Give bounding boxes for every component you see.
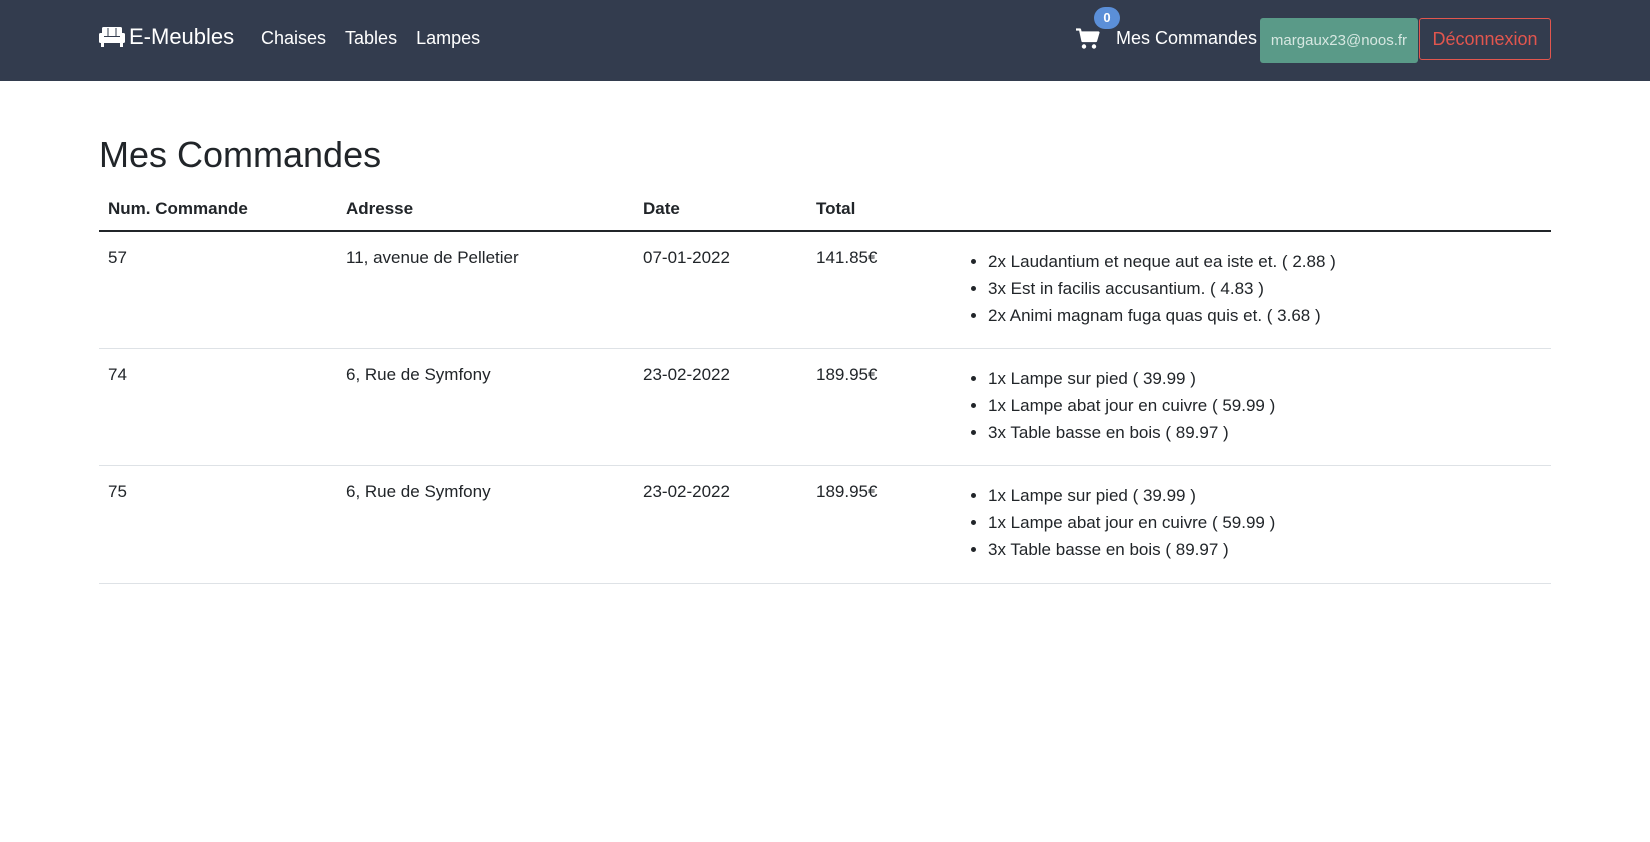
table-row: 57 11, avenue de Pelletier 07-01-2022 14… <box>99 231 1551 349</box>
list-item: 3x Est in facilis accusantium. ( 4.83 ) <box>988 275 1542 302</box>
orders-table: Num. Commande Adresse Date Total 57 11, … <box>99 190 1551 584</box>
logout-button[interactable]: Déconnexion <box>1419 18 1551 60</box>
list-item: 1x Lampe sur pied ( 39.99 ) <box>988 482 1542 509</box>
header-total: Total <box>807 190 939 232</box>
list-item: 3x Table basse en bois ( 89.97 ) <box>988 419 1542 446</box>
cell-date: 23-02-2022 <box>634 465 807 584</box>
cart-count-badge: 0 <box>1094 7 1120 29</box>
shopping-cart-icon <box>1076 28 1100 49</box>
nav-links: Chaises Tables Lampes <box>261 28 499 49</box>
cell-address: 11, avenue de Pelletier <box>337 231 634 349</box>
header-date: Date <box>634 190 807 232</box>
cell-items: 2x Laudantium et neque aut ea iste et. (… <box>939 231 1551 349</box>
page-title: Mes Commandes <box>99 134 382 175</box>
header-items <box>939 190 1551 232</box>
user-email-button[interactable]: margaux23@noos.fr <box>1260 18 1418 63</box>
order-items-list: 2x Laudantium et neque aut ea iste et. (… <box>948 248 1542 329</box>
list-item: 2x Animi magnam fuga quas quis et. ( 3.6… <box>988 302 1542 329</box>
list-item: 1x Lampe abat jour en cuivre ( 59.99 ) <box>988 509 1542 536</box>
cell-date: 23-02-2022 <box>634 348 807 466</box>
list-item: 1x Lampe abat jour en cuivre ( 59.99 ) <box>988 392 1542 419</box>
table-body: 57 11, avenue de Pelletier 07-01-2022 14… <box>99 231 1551 584</box>
table-header-row: Num. Commande Adresse Date Total <box>99 190 1551 232</box>
couch-icon <box>99 27 125 47</box>
table-header: Num. Commande Adresse Date Total <box>99 190 1551 232</box>
cell-date: 07-01-2022 <box>634 231 807 349</box>
cell-address: 6, Rue de Symfony <box>337 465 634 584</box>
nav-link-tables[interactable]: Tables <box>345 28 397 49</box>
list-item: 3x Table basse en bois ( 89.97 ) <box>988 536 1542 563</box>
nav-link-lampes[interactable]: Lampes <box>416 28 480 49</box>
brand-link[interactable]: E-Meubles <box>99 24 234 50</box>
table-row: 74 6, Rue de Symfony 23-02-2022 189.95€ … <box>99 348 1551 466</box>
cell-total: 189.95€ <box>807 465 939 584</box>
list-item: 2x Laudantium et neque aut ea iste et. (… <box>988 248 1542 275</box>
list-item: 1x Lampe sur pied ( 39.99 ) <box>988 365 1542 392</box>
cell-num: 74 <box>99 348 337 466</box>
cart-button[interactable] <box>1076 28 1100 52</box>
header-num-commande: Num. Commande <box>99 190 337 232</box>
cell-total: 189.95€ <box>807 348 939 466</box>
header-adresse: Adresse <box>337 190 634 232</box>
cell-address: 6, Rue de Symfony <box>337 348 634 466</box>
cell-items: 1x Lampe sur pied ( 39.99 ) 1x Lampe aba… <box>939 348 1551 466</box>
nav-link-chaises[interactable]: Chaises <box>261 28 326 49</box>
cell-num: 75 <box>99 465 337 584</box>
cell-items: 1x Lampe sur pied ( 39.99 ) 1x Lampe aba… <box>939 465 1551 584</box>
brand-name: E-Meubles <box>129 24 235 49</box>
cell-num: 57 <box>99 231 337 349</box>
navbar: E-Meubles Chaises Tables Lampes 0 Mes Co… <box>0 0 1650 81</box>
order-items-list: 1x Lampe sur pied ( 39.99 ) 1x Lampe aba… <box>948 365 1542 446</box>
nav-link-mes-commandes[interactable]: Mes Commandes <box>1116 28 1257 49</box>
cell-total: 141.85€ <box>807 231 939 349</box>
table-row: 75 6, Rue de Symfony 23-02-2022 189.95€ … <box>99 465 1551 584</box>
order-items-list: 1x Lampe sur pied ( 39.99 ) 1x Lampe aba… <box>948 482 1542 563</box>
